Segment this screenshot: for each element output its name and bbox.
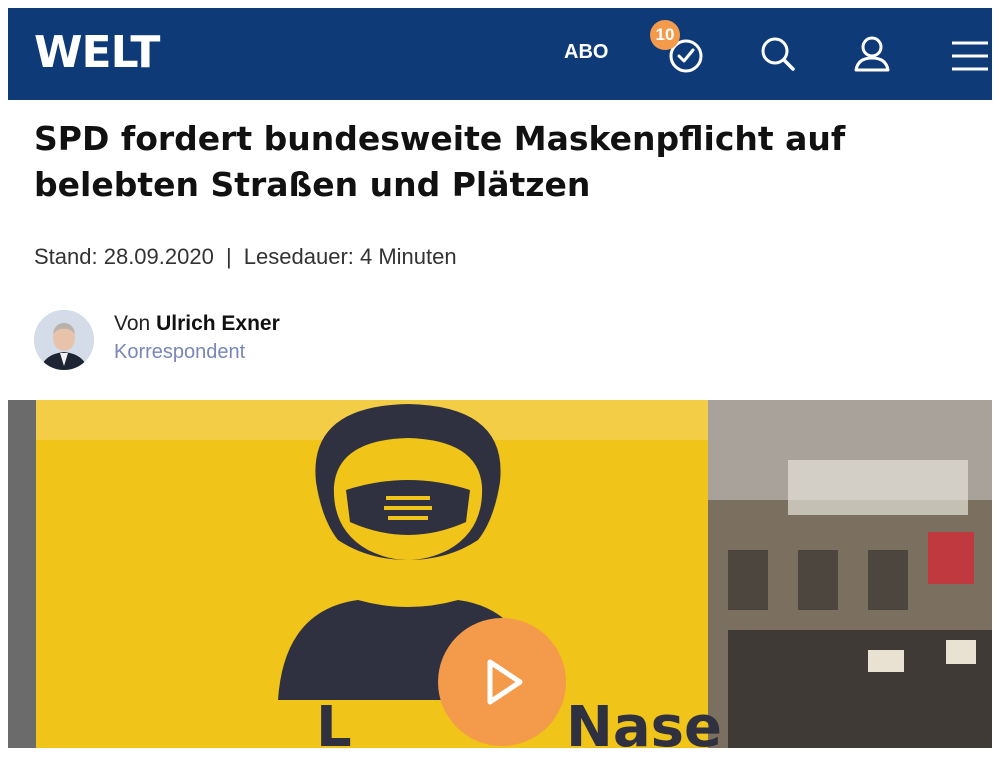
article-meta: Stand: 28.09.2020 | Lesedauer: 4 Minuten (34, 244, 457, 270)
reading-time: Lesedauer: 4 Minuten (243, 244, 457, 269)
video-play-button[interactable] (438, 618, 566, 746)
article-headline: SPD fordert bundesweite Maskenpflicht au… (34, 119, 846, 204)
site-header: WELT ABO 10 (8, 8, 992, 100)
author-byline: Von Ulrich Exner (114, 312, 280, 336)
hero-sign-text: Nase (566, 695, 722, 748)
abo-link[interactable]: ABO (564, 41, 608, 64)
publish-date: Stand: 28.09.2020 (34, 244, 214, 269)
meta-separator: | (225, 244, 232, 269)
user-icon (854, 36, 890, 72)
author-avatar[interactable] (34, 310, 94, 370)
hero-image[interactable]: L Nase (8, 400, 992, 748)
svg-text:L: L (316, 695, 352, 748)
author-name[interactable]: Ulrich Exner (156, 312, 280, 335)
menu-icon (952, 41, 988, 71)
account-button[interactable] (846, 28, 898, 80)
reading-list-badge: 10 (650, 20, 680, 50)
play-icon (487, 659, 523, 705)
welt-logo[interactable]: WELT (34, 28, 160, 78)
search-button[interactable] (752, 28, 804, 80)
author-photo (34, 310, 94, 370)
search-icon (761, 37, 795, 71)
menu-button[interactable] (942, 28, 992, 80)
page-frame: WELT ABO 10 SPD fordert bundesweite Mask… (8, 8, 992, 748)
author-role: Korrespondent (114, 341, 246, 363)
author-prefix: Von (114, 312, 151, 335)
